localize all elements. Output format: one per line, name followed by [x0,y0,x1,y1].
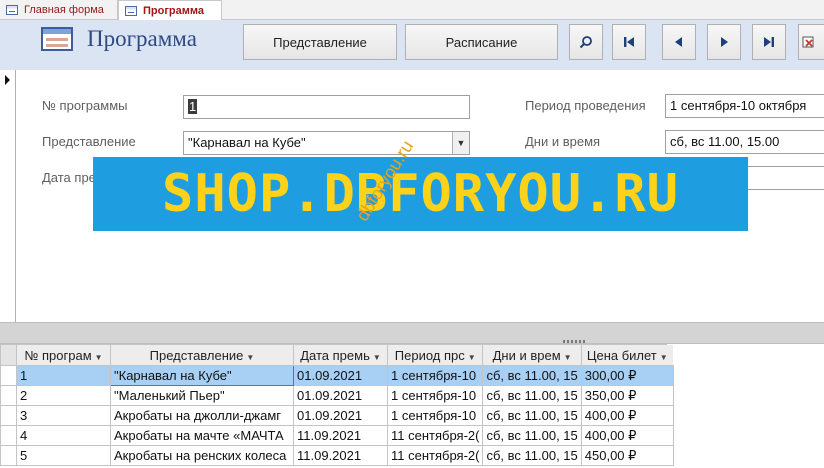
tab-label: Программа [143,5,205,17]
table-cell[interactable]: 1 сентября-10 [386,365,484,386]
chevron-down-icon: ▼ [659,352,668,362]
current-record-icon [5,75,10,85]
table-row[interactable]: 2 "Маленький Пьер" 01.09.2021 1 сентября… [0,385,674,406]
form-header: Программа Представление Расписание [0,20,824,70]
last-record-button[interactable] [752,24,786,60]
chevron-down-icon: ▼ [563,352,572,362]
presentation-value: "Карнавал на Кубе" [188,135,306,150]
previous-record-button[interactable] [662,24,696,60]
table-cell[interactable]: "Карнавал на Кубе" [110,365,294,386]
table-cell[interactable]: 1 [16,365,111,386]
table-cell[interactable]: 01.09.2021 [293,365,388,386]
days-label: Дни и время [525,134,601,149]
column-header[interactable]: Период прс ▼ [386,344,484,366]
table-cell[interactable]: 11 сентября-2( [386,445,484,466]
table-cell[interactable]: Акробаты на ренских колеса [110,445,294,466]
form-icon [41,27,73,51]
chevron-down-icon: ▼ [94,352,103,362]
table-cell[interactable]: 11.09.2021 [293,445,388,466]
column-header[interactable]: Дни и врем ▼ [482,344,582,366]
watermark-banner: SHOP.DBFORYOU.RU [93,157,748,231]
tab-program[interactable]: Программа [118,0,222,21]
table-row[interactable]: 5 Акробаты на ренских колеса 11.09.2021 … [0,445,674,466]
premiere-label: Дата пре [42,170,96,185]
splitter-grip-icon[interactable] [563,340,585,343]
column-header[interactable]: Представление ▼ [110,344,294,366]
column-header[interactable]: № програм ▼ [16,344,111,366]
tab-main-form[interactable]: Главная форма [0,0,118,20]
table-cell[interactable]: 4 [16,425,111,446]
previous-record-icon [675,37,682,47]
split-form-divider[interactable] [0,322,824,344]
chevron-down-icon: ▼ [372,352,381,362]
row-selector[interactable] [0,425,17,446]
record-selector[interactable] [0,70,16,322]
tab-label: Главная форма [24,4,104,16]
table-cell[interactable]: "Маленький Пьер" [110,385,294,406]
select-all-corner[interactable] [0,344,17,366]
watermark-text: SHOP.DBFORYOU.RU [162,164,679,224]
row-selector[interactable] [0,405,17,426]
program-no-label: № программы [42,98,128,113]
column-header[interactable]: Цена билет ▼ [580,344,674,366]
close-icon [802,36,814,48]
period-field[interactable]: 1 сентября-10 октября [665,94,824,118]
table-cell[interactable]: 3 [16,405,111,426]
table-cell[interactable]: Акробаты на мачте «МАЧТА [110,425,294,446]
document-tab-strip: Главная форма Программа [0,0,824,21]
form-icon [6,5,18,15]
page-title: Программа [87,26,197,51]
days-field[interactable]: сб, вс 11.00, 15.00 [665,130,824,154]
table-cell[interactable]: 01.09.2021 [293,405,388,426]
row-selector[interactable] [0,385,17,406]
program-no-value: 1 [188,99,198,114]
chevron-down-icon: ▼ [467,352,476,362]
table-cell[interactable]: 350,00 ₽ [580,385,674,406]
close-form-button[interactable] [798,24,824,60]
column-header[interactable]: Дата премь ▼ [293,344,388,366]
table-cell[interactable]: 01.09.2021 [293,385,388,406]
schedule-button[interactable]: Расписание [405,24,558,60]
table-cell[interactable]: 400,00 ₽ [580,425,674,446]
table-cell[interactable]: 450,00 ₽ [580,445,674,466]
last-record-icon [764,37,774,47]
table-cell[interactable]: сб, вс 11.00, 15 [482,365,582,386]
table-cell[interactable]: 11 сентября-2( [386,425,484,446]
presentation-button[interactable]: Представление [243,24,397,60]
table-cell[interactable]: 2 [16,385,111,406]
table-cell[interactable]: 1 сентября-10 [386,385,484,406]
table-cell[interactable]: 11.09.2021 [293,425,388,446]
chevron-down-icon: ▼ [246,352,255,362]
table-cell[interactable]: 1 сентября-10 [386,405,484,426]
presentation-combo[interactable]: "Карнавал на Кубе" ▼ [183,131,470,155]
search-icon [579,36,592,49]
table-row[interactable]: 1 "Карнавал на Кубе" 01.09.2021 1 сентяб… [0,365,674,386]
program-no-field[interactable]: 1 [183,95,470,119]
table-cell[interactable]: сб, вс 11.00, 15 [482,425,582,446]
datasheet: № програм ▼ Представление ▼ Дата премь ▼ Пе… [0,344,824,468]
chevron-down-icon[interactable]: ▼ [452,132,469,154]
first-record-button[interactable] [612,24,646,60]
table-row[interactable]: 4 Акробаты на мачте «МАЧТА 11.09.2021 11… [0,425,674,446]
first-record-icon [624,37,634,47]
table-row[interactable]: 3 Акробаты на джолли-джамг 01.09.2021 1 … [0,405,674,426]
form-icon [125,6,137,16]
next-record-button[interactable] [707,24,741,60]
table-cell[interactable]: сб, вс 11.00, 15 [482,445,582,466]
period-label: Период проведения [525,98,646,113]
search-button[interactable] [569,24,603,60]
row-selector[interactable] [0,365,17,386]
presentation-label: Представление [42,134,136,149]
table-cell[interactable]: сб, вс 11.00, 15 [482,385,582,406]
next-record-icon [721,37,728,47]
row-selector[interactable] [0,445,17,466]
datasheet-table: № програм ▼ Представление ▼ Дата премь ▼ Пе… [0,344,674,466]
table-cell[interactable]: Акробаты на джолли-джамг [110,405,294,426]
table-cell[interactable]: 300,00 ₽ [580,365,674,386]
table-cell[interactable]: сб, вс 11.00, 15 [482,405,582,426]
table-cell[interactable]: 5 [16,445,111,466]
table-cell[interactable]: 400,00 ₽ [580,405,674,426]
